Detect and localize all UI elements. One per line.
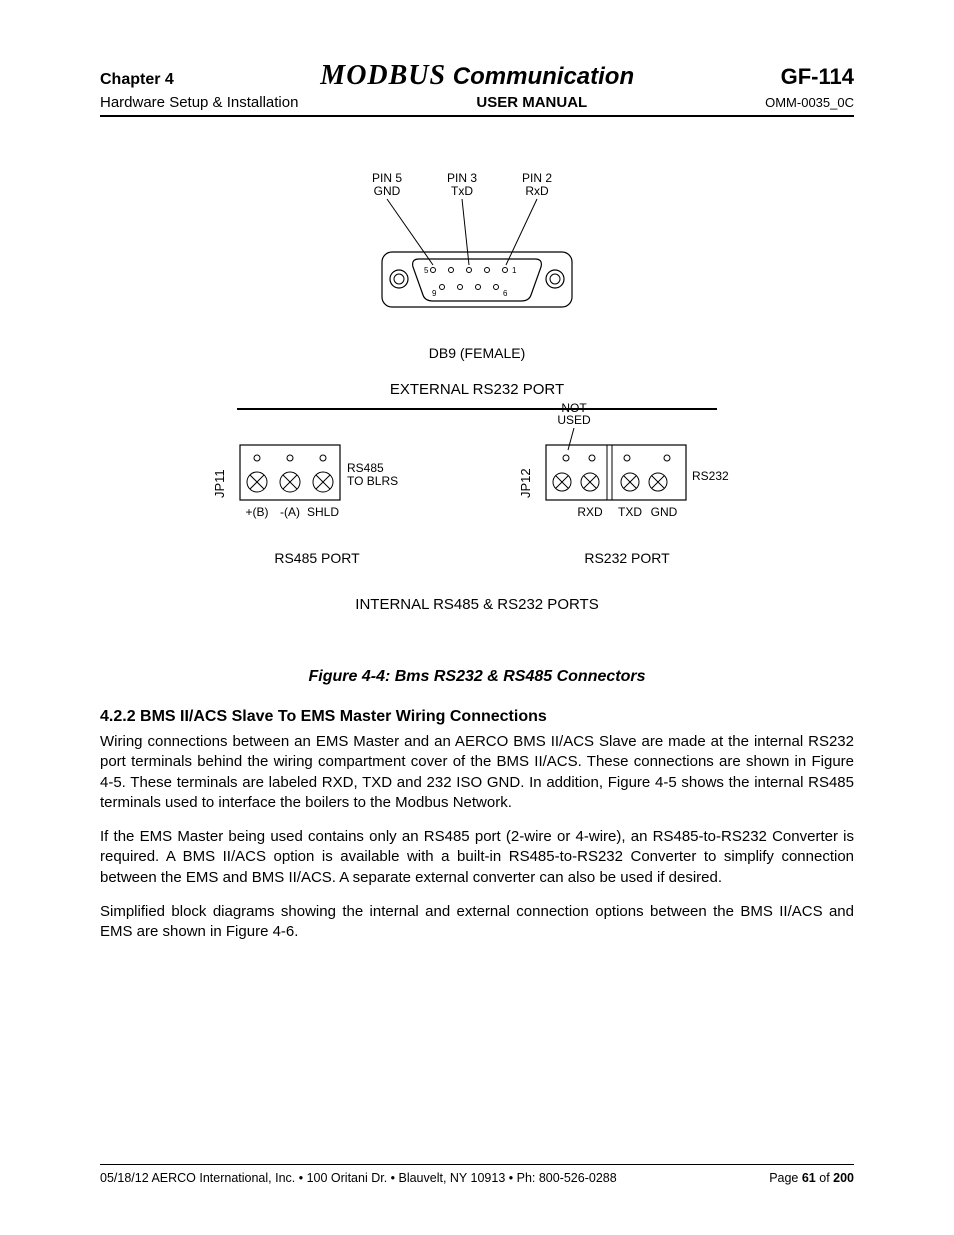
db9-caption: DB9 (FEMALE) [100,345,854,361]
rs232-rxd: RXD [577,505,603,519]
chapter-label: Chapter 4 [100,71,174,89]
jp12-label: JP12 [518,468,533,498]
page-num: 61 [802,1171,816,1185]
page-label: Page [769,1171,802,1185]
pin5-label: PIN 5 [372,171,402,185]
rs232-gnd: GND [651,505,678,519]
db9-num6: 6 [503,289,508,298]
footer-text: 05/18/12 AERCO International, Inc. • 100… [100,1171,617,1185]
rs232-svg: NOT USED JP12 [512,400,742,540]
para-2: If the EMS Master being used contains on… [100,827,854,888]
header-row-1: Chapter 4 MODBUS Communication GF-114 [100,60,854,92]
section-heading: 4.2.2 BMS II/ACS Slave To EMS Master Wir… [100,708,854,726]
jp11-label: JP11 [212,469,227,498]
db9-num9: 9 [432,289,437,298]
rs232-block: NOT USED JP12 [512,430,742,566]
rs232-side: RS232 [692,469,729,483]
rs485-block: JP11 RS485 TO BLRS +(B) [212,430,422,566]
omm-label: OMM-0035_0C [765,95,854,110]
rs485-svg: JP11 RS485 TO BLRS +(B) [212,430,422,540]
page-footer: 05/18/12 AERCO International, Inc. • 100… [100,1164,854,1185]
internal-ports-row: JP11 RS485 TO BLRS +(B) [100,430,854,566]
rs232-caption: RS232 PORT [512,550,742,566]
rs485-side-1: RS485 [347,461,384,475]
notused-2: USED [557,413,591,427]
pin5-sub: GND [374,184,401,198]
pin2-label: PIN 2 [522,171,552,185]
rs485-caption: RS485 PORT [212,550,422,566]
rs485-b: +(B) [245,505,268,519]
rs485-a: -(A) [280,505,300,519]
rs485-shld: SHLD [307,505,339,519]
db9-num1: 1 [512,266,517,275]
doc-title: MODBUS Communication [320,60,634,92]
pin3-label: PIN 3 [447,171,477,185]
db9-num5: 5 [424,266,429,275]
para-1: Wiring connections between an EMS Master… [100,732,854,813]
pin3-sub: TxD [451,184,473,198]
rs232-txd: TXD [618,505,642,519]
figure-title: Figure 4-4: Bms RS232 & RS485 Connectors [100,668,854,686]
page-total: 200 [833,1171,854,1185]
para-3: Simplified block diagrams showing the in… [100,902,854,943]
page-number: Page 61 of 200 [769,1171,854,1185]
internal-ports-caption: INTERNAL RS485 & RS232 PORTS [100,596,854,613]
db9-figure: PIN 5 GND PIN 3 TxD PIN 2 RxD [100,167,854,613]
modbus-word: MODBUS [320,60,446,91]
external-rs232-caption: EXTERNAL RS232 PORT [100,381,854,398]
user-manual-label: USER MANUAL [476,94,587,111]
gf-number: GF-114 [781,64,854,90]
page-of: of [816,1171,833,1185]
header-row-2: Hardware Setup & Installation USER MANUA… [100,94,854,117]
pin2-sub: RxD [525,184,549,198]
communication-word: Communication [446,63,634,90]
db9-connector-svg: PIN 5 GND PIN 3 TxD PIN 2 RxD [347,167,607,337]
hardware-label: Hardware Setup & Installation [100,94,298,111]
rs485-side-2: TO BLRS [347,474,398,488]
